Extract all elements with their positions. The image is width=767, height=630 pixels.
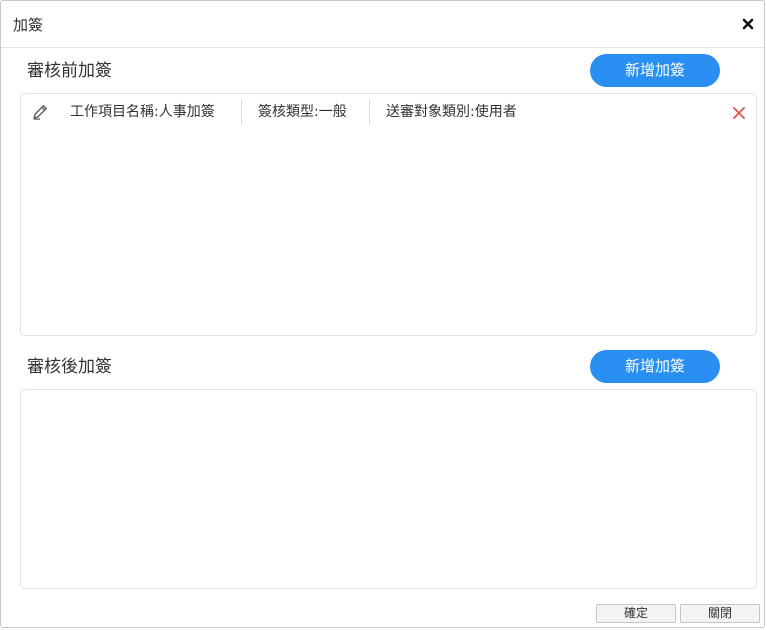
after-sign-list xyxy=(20,389,757,589)
add-before-sign-button[interactable]: 新增加簽 xyxy=(590,54,720,87)
confirm-button[interactable]: 確定 xyxy=(596,604,676,623)
before-sign-section-title: 審核前加簽 xyxy=(27,61,112,81)
after-sign-section-title: 審核後加簽 xyxy=(27,357,112,377)
list-item: 工作項目名稱:人事加簽 簽核類型:一般 送審對象類別:使用者 xyxy=(21,94,756,130)
work-item-name: 工作項目名稱:人事加簽 xyxy=(70,104,215,120)
sign-type: 簽核類型:一般 xyxy=(258,104,347,120)
column-divider xyxy=(241,98,242,126)
close-icon[interactable] xyxy=(741,16,755,30)
before-sign-list: 工作項目名稱:人事加簽 簽核類型:一般 送審對象類別:使用者 xyxy=(20,93,757,336)
column-divider xyxy=(369,98,370,126)
target-type: 送審對象類別:使用者 xyxy=(386,104,517,120)
dialog-titlebar: 加簽 xyxy=(1,1,764,48)
dialog-title: 加簽 xyxy=(13,16,44,34)
close-button[interactable]: 關閉 xyxy=(680,604,760,623)
pencil-icon[interactable] xyxy=(31,103,49,121)
add-after-sign-button[interactable]: 新增加簽 xyxy=(590,350,720,383)
add-sign-dialog: 加簽 審核前加簽 新增加簽 工作項目名稱:人事加簽 簽核類型:一般 送審對象類別… xyxy=(0,0,765,628)
delete-icon[interactable] xyxy=(732,105,746,119)
